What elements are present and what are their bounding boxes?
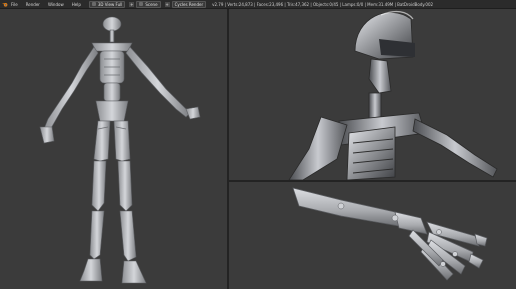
viewport-right-top-head-closeup[interactable]: [229, 9, 516, 180]
menu-render[interactable]: Render: [26, 2, 40, 7]
layout-dropdown[interactable]: 3D View Full: [88, 0, 126, 8]
scene-dropdown[interactable]: Scene: [136, 0, 161, 8]
layout-value: 3D View Full: [97, 1, 123, 7]
blender-window: File Render Window Help 3D View Full + S…: [0, 0, 516, 289]
scene-statistics: v2.79 | Verts:24,873 | Faces:23,496 | Tr…: [212, 1, 434, 7]
robot-arm-hand-render: [292, 187, 488, 281]
scene-icon: [139, 2, 144, 6]
robot-full-body-render: [39, 16, 201, 284]
render-engine-value: Cycles Render: [174, 1, 204, 7]
menu-help[interactable]: Help: [72, 2, 81, 7]
render-engine-dropdown[interactable]: Cycles Render: [171, 0, 207, 8]
scene-value: Scene: [145, 1, 158, 7]
add-scene-button[interactable]: +: [164, 1, 170, 7]
viewport-right-bottom-arm-closeup[interactable]: [229, 182, 516, 289]
robot-head-torso-render: [288, 10, 498, 180]
viewport-left-full-body[interactable]: [0, 9, 227, 289]
menu-window[interactable]: Window: [48, 2, 64, 7]
blender-logo-icon[interactable]: [2, 2, 8, 7]
menu-file[interactable]: File: [11, 2, 18, 7]
info-header: File Render Window Help 3D View Full + S…: [0, 0, 516, 9]
layout-icon: [91, 2, 96, 6]
add-layout-button[interactable]: +: [129, 1, 135, 7]
